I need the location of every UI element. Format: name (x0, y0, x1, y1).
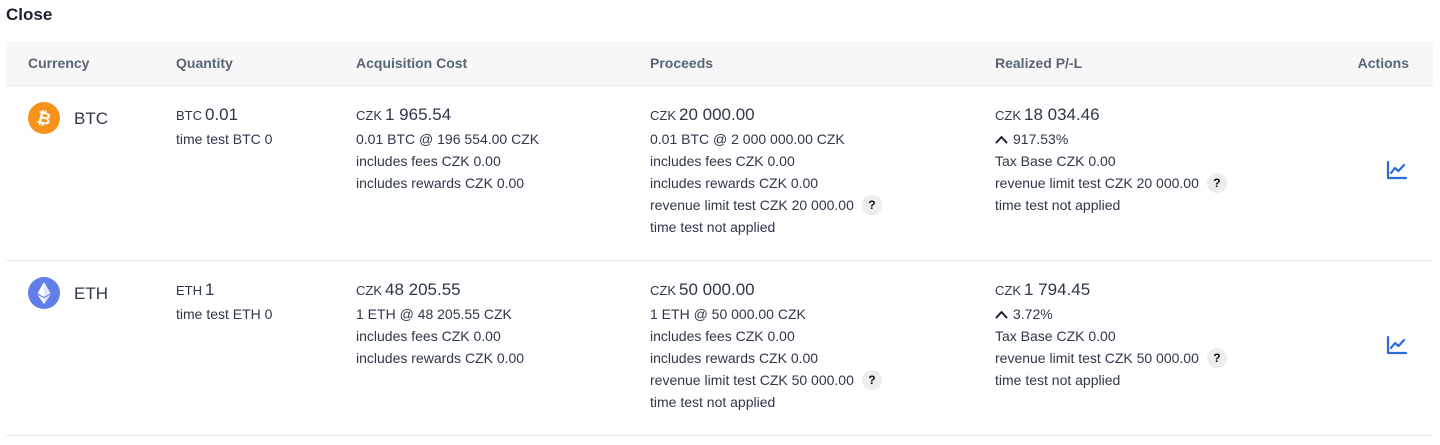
help-icon[interactable]: ? (861, 370, 882, 390)
realized-percent-row: 917.53% (995, 128, 1227, 150)
proceeds-detail: 1 ETH @ 50 000.00 CZK (650, 306, 806, 322)
currency-cell: ₿ BTC (28, 102, 108, 137)
acquisition-fees: includes fees CZK 0.00 (356, 328, 501, 344)
chevron-up-icon (995, 303, 1008, 325)
quantity-value: 0.01 (205, 105, 239, 124)
tax-base: Tax Base CZK 0.00 (995, 328, 1116, 344)
table-row: ₿ BTC BTC 0.01 time test BTC 0 CZK 1 965.5… (6, 86, 1433, 261)
realized-pl-cell: CZK 18 034.46 917.53% Tax Base CZK 0.00 r… (995, 105, 1227, 216)
proceeds-rewards: includes rewards CZK 0.00 (650, 350, 819, 366)
realized-unit: CZK (995, 283, 1021, 298)
realized-pl-cell: CZK 1 794.45 3.72% Tax Base CZK 0.00 reve… (995, 280, 1227, 391)
quantity-time-test: time test ETH 0 (176, 306, 273, 322)
acquisition-cell: CZK 1 965.54 0.01 BTC @ 196 554.00 CZK in… (356, 105, 539, 194)
proceeds-fees: includes fees CZK 0.00 (650, 153, 795, 169)
quantity-time-test: time test BTC 0 (176, 131, 273, 147)
section-title: Close (6, 5, 53, 24)
realized-time-test: time test not applied (995, 197, 1121, 213)
realized-revenue-limit: revenue limit test CZK 20 000.00? (995, 172, 1227, 194)
currency-symbol: ETH (74, 284, 108, 303)
quantity-value: 1 (205, 280, 215, 299)
currency-symbol: BTC (74, 109, 108, 128)
header-realized-pl[interactable]: Realized P/-L (995, 55, 1082, 71)
help-icon[interactable]: ? (1206, 173, 1227, 193)
help-icon[interactable]: ? (861, 195, 882, 215)
realized-percent-row: 3.72% (995, 303, 1227, 325)
proceeds-rewards: includes rewards CZK 0.00 (650, 175, 819, 191)
acquisition-detail: 0.01 BTC @ 196 554.00 CZK (356, 131, 540, 147)
acquisition-value: 48 205.55 (385, 280, 461, 299)
quantity-cell: BTC 0.01 time test BTC 0 (176, 105, 272, 150)
proceeds-cell: CZK 50 000.00 1 ETH @ 50 000.00 CZK inclu… (650, 280, 882, 413)
realized-percent: 917.53% (1013, 131, 1069, 147)
proceeds-value: 50 000.00 (679, 280, 755, 299)
revenue-limit-text: revenue limit test CZK 20 000.00 (995, 175, 1199, 191)
chevron-up-icon (995, 128, 1008, 150)
header-acquisition-cost[interactable]: Acquisition Cost (356, 55, 467, 71)
proceeds-unit: CZK (650, 283, 676, 298)
acquisition-fees: includes fees CZK 0.00 (356, 153, 501, 169)
proceeds-time-test: time test not applied (650, 219, 776, 235)
header-quantity[interactable]: Quantity (176, 55, 233, 71)
acquisition-rewards: includes rewards CZK 0.00 (356, 175, 525, 191)
ethereum-icon (28, 277, 60, 309)
proceeds-revenue-limit: revenue limit test CZK 50 000.00? (650, 369, 882, 391)
svg-text:₿: ₿ (35, 108, 53, 131)
revenue-limit-text: revenue limit test CZK 50 000.00 (995, 350, 1199, 366)
chart-icon[interactable] (1385, 158, 1409, 182)
table-row: ETH ETH 1 time test ETH 0 CZK 48 205.55 1 … (6, 261, 1433, 436)
realized-value: 1 794.45 (1024, 280, 1091, 299)
tax-base: Tax Base CZK 0.00 (995, 153, 1116, 169)
bitcoin-icon: ₿ (28, 102, 60, 134)
acquisition-rewards: includes rewards CZK 0.00 (356, 350, 525, 366)
acquisition-value: 1 965.54 (385, 105, 452, 124)
realized-value: 18 034.46 (1024, 105, 1100, 124)
quantity-cell: ETH 1 time test ETH 0 (176, 280, 272, 325)
help-icon[interactable]: ? (1206, 348, 1227, 368)
proceeds-cell: CZK 20 000.00 0.01 BTC @ 2 000 000.00 CZK… (650, 105, 882, 238)
proceeds-revenue-limit: revenue limit test CZK 20 000.00? (650, 194, 882, 216)
proceeds-time-test: time test not applied (650, 394, 776, 410)
quantity-unit: ETH (176, 283, 202, 298)
chart-icon[interactable] (1385, 333, 1409, 357)
proceeds-detail: 0.01 BTC @ 2 000 000.00 CZK (650, 131, 845, 147)
realized-percent: 3.72% (1013, 306, 1053, 322)
proceeds-value: 20 000.00 (679, 105, 755, 124)
proceeds-unit: CZK (650, 108, 676, 123)
realized-unit: CZK (995, 108, 1021, 123)
acquisition-unit: CZK (356, 283, 382, 298)
table-header: Currency Quantity Acquisition Cost Proce… (6, 41, 1433, 86)
realized-time-test: time test not applied (995, 372, 1121, 388)
close-positions-table: Currency Quantity Acquisition Cost Proce… (6, 41, 1433, 436)
currency-cell: ETH (28, 277, 108, 312)
proceeds-fees: includes fees CZK 0.00 (650, 328, 795, 344)
revenue-limit-text: revenue limit test CZK 20 000.00 (650, 197, 854, 213)
acquisition-detail: 1 ETH @ 48 205.55 CZK (356, 306, 512, 322)
header-currency[interactable]: Currency (28, 55, 89, 71)
revenue-limit-text: revenue limit test CZK 50 000.00 (650, 372, 854, 388)
quantity-unit: BTC (176, 108, 202, 123)
acquisition-cell: CZK 48 205.55 1 ETH @ 48 205.55 CZK inclu… (356, 280, 524, 369)
header-actions: Actions (1357, 55, 1409, 71)
acquisition-unit: CZK (356, 108, 382, 123)
header-proceeds[interactable]: Proceeds (650, 55, 713, 71)
realized-revenue-limit: revenue limit test CZK 50 000.00? (995, 347, 1227, 369)
